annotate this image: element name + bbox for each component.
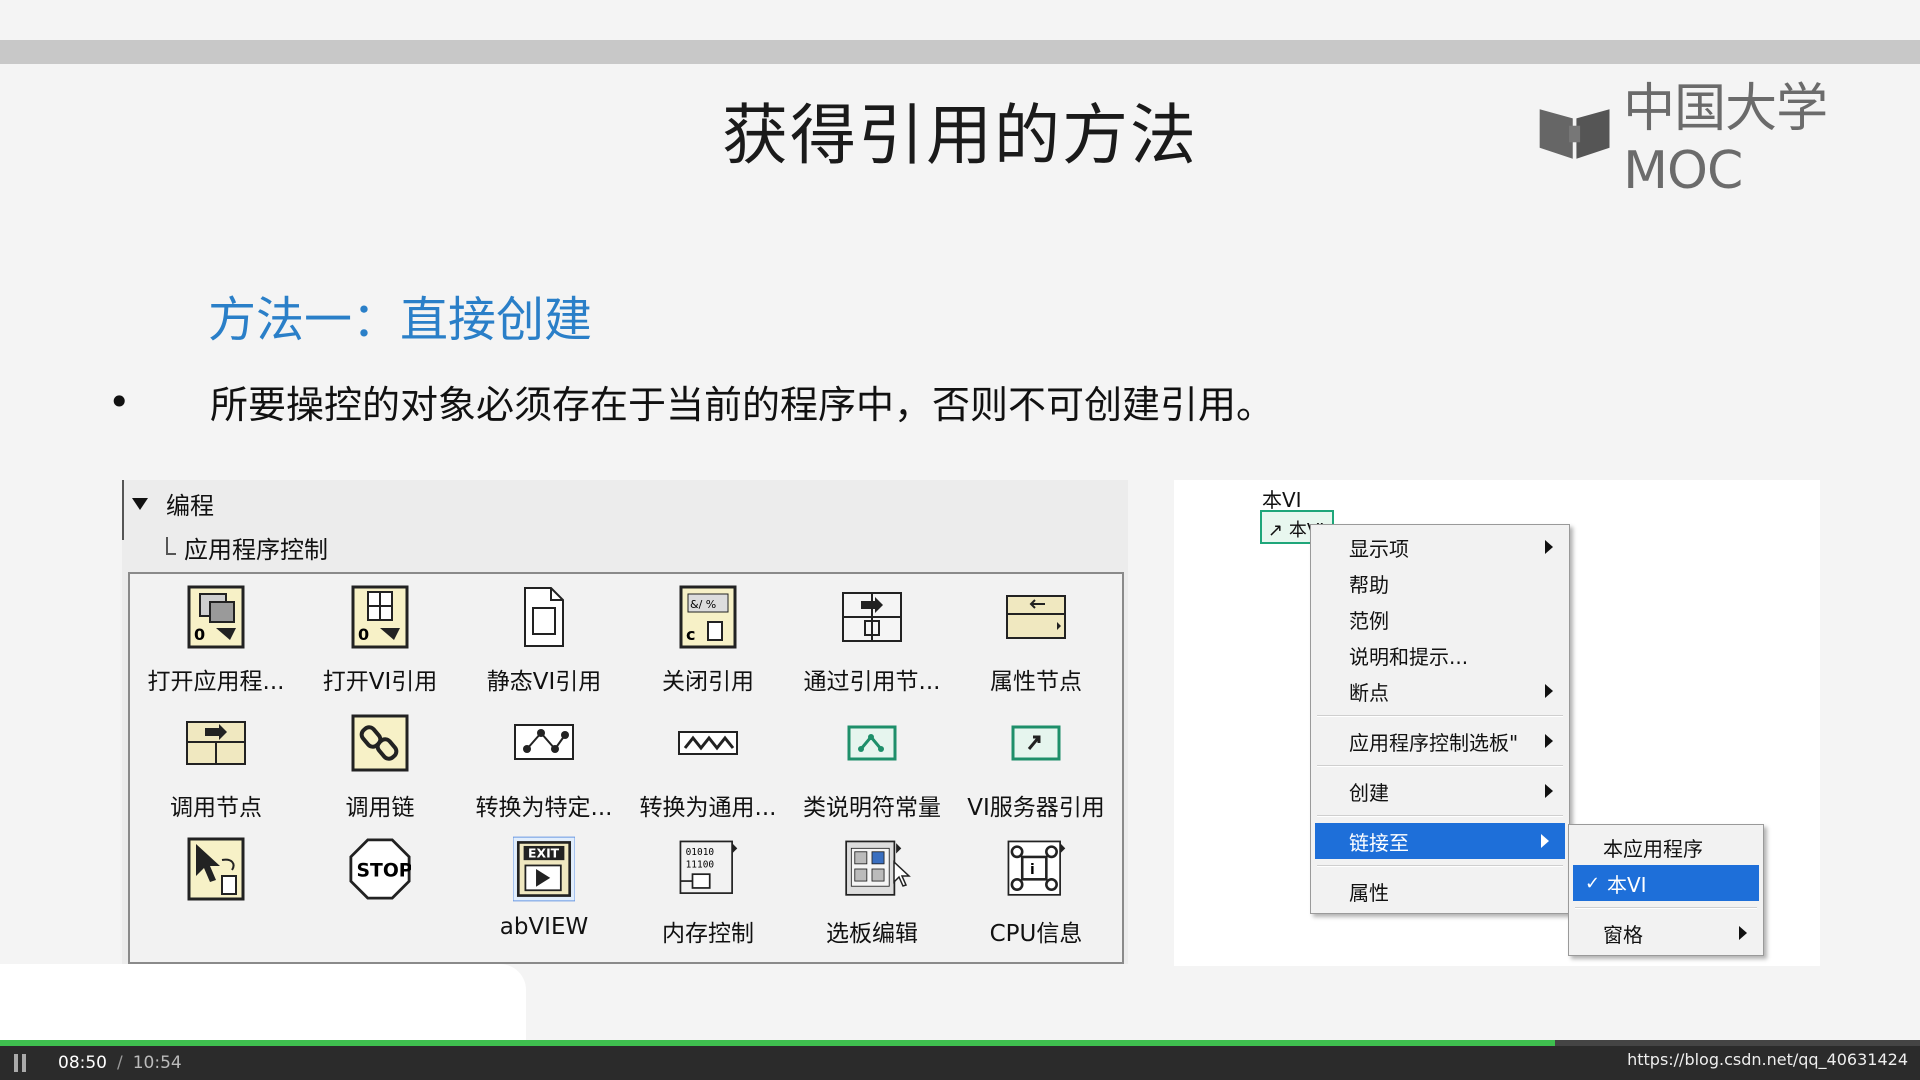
- stop-icon: STOP: [349, 834, 411, 904]
- palette-subcategory-app-control[interactable]: 应用程序控制: [166, 530, 328, 565]
- menu-item-create[interactable]: 创建: [1311, 773, 1569, 809]
- menu-item-visible-items[interactable]: 显示项: [1311, 529, 1569, 565]
- context-menu-screenshot: 本VI ↗ 本VI 显示项 帮助 范例 说明和提示... 断点 应用程序控制选板…: [1174, 480, 1820, 966]
- call-chain-icon: [349, 708, 411, 778]
- svg-text:0: 0: [194, 625, 205, 644]
- to-more-specific-icon: [513, 708, 575, 778]
- palette-grid: 0 打开应用程... 0 打开VI引用 静态VI引用 &/ % c 关闭引用 通…: [128, 572, 1124, 964]
- svg-text:11100: 11100: [686, 859, 715, 870]
- logo-text: 中国大学MOC: [1623, 79, 1828, 201]
- context-menu: 显示项 帮助 范例 说明和提示... 断点 应用程序控制选板" 创建 链接至 属…: [1310, 524, 1570, 914]
- palette-category-programming[interactable]: 编程: [132, 486, 214, 521]
- memory-control-icon: 01010 11100: [677, 834, 739, 904]
- tree-line: [122, 480, 124, 540]
- palette-item[interactable]: 属性节点: [954, 578, 1118, 704]
- close-reference-icon: &/ % c: [677, 582, 739, 652]
- invoke-node-icon: [185, 708, 247, 778]
- expand-triangle-icon[interactable]: [132, 497, 148, 510]
- submenu-arrow-icon: [1545, 540, 1553, 554]
- time-separator: /: [117, 1053, 123, 1073]
- palette-item[interactable]: 类说明符常量: [790, 704, 954, 830]
- palette-item[interactable]: 调用链: [298, 704, 462, 830]
- slide-top-bar: [0, 40, 1920, 64]
- category-label: 编程: [166, 492, 214, 520]
- menu-item-breakpoint[interactable]: 断点: [1311, 673, 1569, 709]
- svg-text:EXIT: EXIT: [528, 845, 560, 860]
- palette-item[interactable]: 选板编辑: [790, 830, 954, 956]
- static-vi-reference-icon: [513, 582, 575, 652]
- video-player-stage: 获得引用的方法 中国大学MOC 方法一：直接创建 • 所要操控的对象必须存在于当…: [0, 0, 1920, 1080]
- open-app-reference-icon: 0: [185, 582, 247, 652]
- submenu-arrow-icon: [1541, 834, 1549, 848]
- property-node-icon: [1005, 582, 1067, 652]
- submenu-item-pane[interactable]: 窗格: [1569, 915, 1763, 951]
- csdn-watermark: https://blog.csdn.net/qq_40631424: [1627, 1050, 1908, 1069]
- svg-text:01010: 01010: [686, 847, 715, 858]
- palette-item[interactable]: 转换为特定...: [462, 704, 626, 830]
- menu-item-link-to[interactable]: 链接至: [1315, 823, 1565, 859]
- svg-text:STOP: STOP: [357, 861, 411, 882]
- palette-item[interactable]: 0 打开VI引用: [298, 578, 462, 704]
- palette-item[interactable]: 转换为通用...: [626, 704, 790, 830]
- palette-item[interactable]: 调用节点: [134, 704, 298, 830]
- menu-separator: [1317, 715, 1563, 717]
- reference-arrow-icon: ↗: [1268, 520, 1284, 541]
- tree-branch-icon: [166, 537, 176, 555]
- mouse-cursor-icon: [893, 860, 911, 887]
- palette-item[interactable]: EXIT abVIEW: [462, 830, 626, 956]
- palette-item[interactable]: [134, 830, 298, 956]
- svg-text:0: 0: [358, 625, 369, 644]
- exit-labview-icon: EXIT: [513, 834, 575, 904]
- class-specifier-constant-icon: [841, 708, 903, 778]
- menu-separator: [1317, 815, 1563, 817]
- mooc-logo: 中国大学MOC: [1536, 66, 1920, 201]
- total-time: 10:54: [132, 1053, 182, 1073]
- open-vi-reference-icon: 0: [349, 582, 411, 652]
- palette-item[interactable]: 静态VI引用: [462, 578, 626, 704]
- palette-item[interactable]: 0 打开应用程...: [134, 578, 298, 704]
- submenu-item-this-vi[interactable]: ✓ 本VI: [1573, 865, 1759, 901]
- menu-item-help[interactable]: 帮助: [1311, 565, 1569, 601]
- submenu-arrow-icon: [1739, 926, 1747, 940]
- pause-button[interactable]: [14, 1054, 28, 1072]
- palette-item[interactable]: 通过引用节...: [790, 578, 954, 704]
- method-heading: 方法一：直接创建: [208, 292, 593, 348]
- menu-item-examples[interactable]: 范例: [1311, 601, 1569, 637]
- palette-item[interactable]: 01010 11100 内存控制: [626, 830, 790, 956]
- palette-item[interactable]: i CPU信息: [954, 830, 1118, 956]
- mooc-book-icon: [1539, 108, 1610, 159]
- palette-item[interactable]: STOP: [298, 830, 462, 956]
- menu-item-app-control-palette[interactable]: 应用程序控制选板": [1311, 723, 1569, 759]
- palette-item[interactable]: &/ % c 关闭引用: [626, 578, 790, 704]
- submenu-arrow-icon: [1545, 734, 1553, 748]
- menu-item-description[interactable]: 说明和提示...: [1311, 637, 1569, 673]
- app-control-palette: 编程 应用程序控制 0 打开应用程... 0 打开VI引用 静态VI引用 &/ …: [122, 480, 1128, 964]
- menu-separator: [1575, 907, 1757, 909]
- bullet-text: 所要操控的对象必须存在于当前的程序中，否则不可创建引用。: [210, 383, 1275, 427]
- vi-server-reference-icon: [1005, 708, 1067, 778]
- checkmark-icon: ✓: [1585, 873, 1601, 894]
- palette-item[interactable]: VI服务器引用: [954, 704, 1118, 830]
- cpu-info-icon: i: [1005, 834, 1067, 904]
- subcategory-label: 应用程序控制: [184, 536, 328, 564]
- menu-separator: [1317, 865, 1563, 867]
- call-by-reference-icon: [841, 582, 903, 652]
- bullet-point: • 所要操控的对象必须存在于当前的程序中，否则不可创建引用。: [108, 374, 1274, 429]
- svg-text:&/ %: &/ %: [690, 598, 716, 611]
- select-pointer-icon: [185, 834, 247, 904]
- submenu-arrow-icon: [1545, 684, 1553, 698]
- submenu-item-this-application[interactable]: 本应用程序: [1569, 829, 1763, 865]
- svg-text:i: i: [1030, 862, 1035, 878]
- current-time: 08:50: [58, 1053, 107, 1073]
- menu-item-properties[interactable]: 属性: [1311, 873, 1569, 909]
- slide: 获得引用的方法 中国大学MOC 方法一：直接创建 • 所要操控的对象必须存在于当…: [0, 64, 1920, 1080]
- bullet-dot: •: [108, 379, 131, 424]
- link-to-submenu: 本应用程序 ✓ 本VI 窗格: [1568, 824, 1764, 956]
- to-more-generic-icon: [677, 708, 739, 778]
- this-vi-label: 本VI: [1262, 488, 1302, 512]
- svg-text:c: c: [686, 625, 695, 644]
- menu-separator: [1317, 765, 1563, 767]
- submenu-arrow-icon: [1545, 784, 1553, 798]
